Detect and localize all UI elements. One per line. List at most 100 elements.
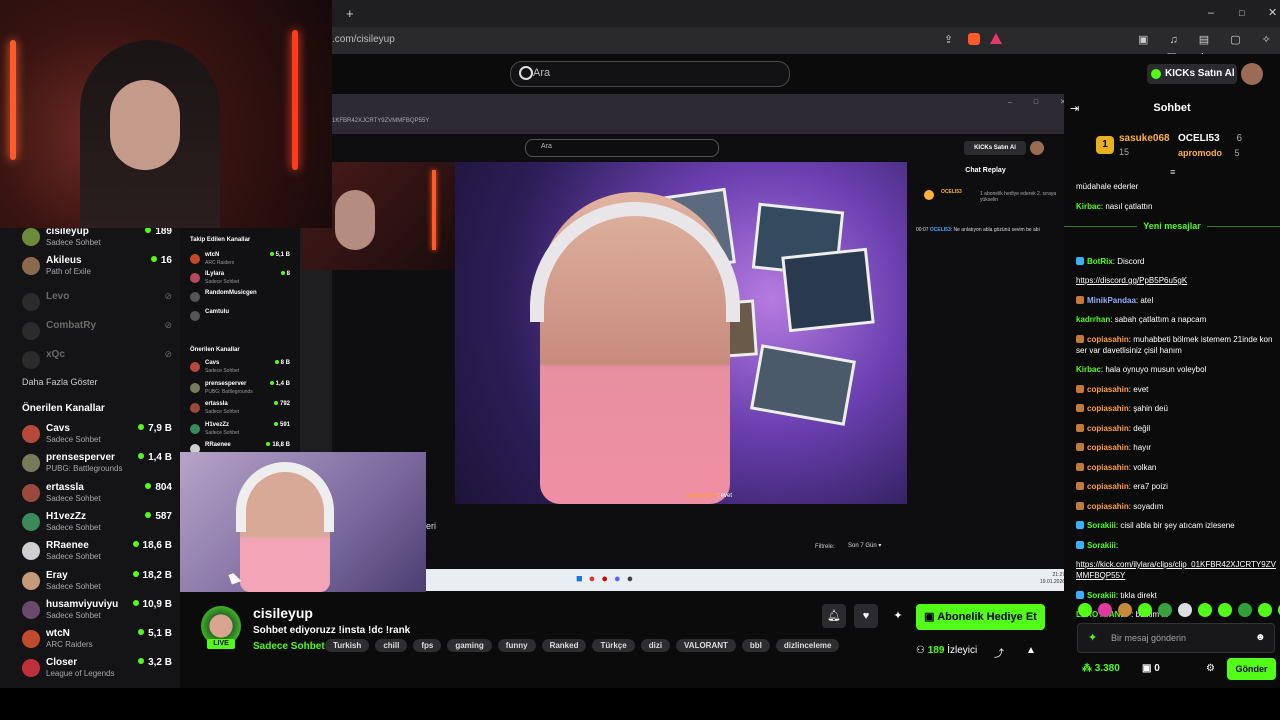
kicks-balance[interactable]: ▣ 0 (1142, 663, 1160, 674)
chat-link[interactable]: https://kick.com/ilylara/clips/clip_01KF… (1076, 560, 1276, 580)
chat-username[interactable]: BotRix (1087, 257, 1113, 266)
gift-subscription-label: Abonelik Hediye Et (937, 611, 1037, 623)
search-icon (519, 66, 533, 80)
maximize-button[interactable]: □ (1239, 4, 1244, 22)
chat-username[interactable]: copiasahin (1087, 335, 1129, 344)
gifter-2-value: 6 (1236, 133, 1243, 144)
emote-icon[interactable] (1218, 603, 1232, 617)
stream-tag[interactable]: Türkçe (592, 639, 635, 652)
stream-tag[interactable]: fps (413, 639, 442, 652)
emote-icon[interactable] (1118, 603, 1132, 617)
sparkle-button[interactable]: ✦ (886, 604, 910, 628)
stream-tag[interactable]: Turkish (325, 639, 370, 652)
recommended-channel[interactable]: RRaenee Sadece Sohbet 18,6 B (22, 540, 172, 568)
chat-username[interactable]: copiasahin (1087, 443, 1129, 452)
chat-username[interactable]: copiasahin (1087, 385, 1129, 394)
channel-name: prensesperver (46, 452, 115, 464)
recommended-channel[interactable]: Closer League of Legends 3,2 B (22, 657, 172, 685)
channel-name[interactable]: cisileyup (253, 605, 313, 621)
chat-username[interactable]: Sorakiii (1087, 521, 1116, 530)
chat-username[interactable]: copiasahin (1087, 424, 1129, 433)
rewards-icon[interactable] (990, 33, 1002, 44)
notification-button[interactable]: 🔔︎ (822, 604, 846, 628)
stream-tag[interactable]: bbl (741, 639, 770, 652)
stream-tag[interactable]: dizi (640, 639, 671, 652)
show-more-link[interactable]: Daha Fazla Göster (22, 377, 98, 387)
captured-channel-name: prensesperver (205, 380, 247, 387)
chat-username[interactable]: MinikPandaa (1087, 296, 1136, 305)
chat-message: Kirbac: hala oynuyo musun voleybol (1076, 365, 1207, 374)
channel-category: PUBG: Battlegrounds (46, 464, 123, 474)
chat-username[interactable]: copiasahin (1087, 463, 1129, 472)
user-avatar[interactable] (1241, 63, 1263, 85)
user-badge-icon (1076, 295, 1084, 304)
sidebar-channel[interactable]: Akileus Path of Exile 16 (22, 255, 172, 283)
stream-tag[interactable]: VALORANT (676, 639, 736, 652)
emote-icon[interactable] (1078, 603, 1092, 617)
stream-tag[interactable]: Ranked (541, 639, 587, 652)
stream-tag[interactable]: dizlinceleme (775, 639, 840, 652)
recommended-channel[interactable]: wtcN ARC Raiders 5,1 B (22, 628, 172, 656)
recommended-channel[interactable]: husamviyuviyu Sadece Sohbet 10,9 B (22, 599, 172, 627)
emote-icon[interactable] (1098, 603, 1112, 617)
minimize-button[interactable]: – (1208, 4, 1214, 22)
sidebar-channel[interactable]: cisileyup Sadece Sohbet 189 (22, 226, 172, 254)
viewer-count: 18,2 B (133, 570, 172, 581)
share-page-icon[interactable]: ⇪ (944, 31, 953, 49)
stream-tag[interactable]: gaming (447, 639, 492, 652)
recommended-channel[interactable]: Cavs Sadece Sohbet 7,9 B (22, 423, 172, 451)
live-badge: LIVE (207, 639, 235, 649)
gift-subscription-button[interactable]: ▣ Abonelik Hediye Et (916, 604, 1045, 630)
sidebar-channel-offline[interactable]: CombatRy ⊘ (22, 320, 172, 348)
gifter-1-name: sasuke068 (1119, 133, 1170, 144)
webcam-face (110, 80, 180, 170)
recommended-channel[interactable]: ertassla Sadece Sohbet 804 (22, 482, 172, 510)
follow-button[interactable]: ♥ (854, 604, 878, 628)
search-input[interactable]: Ara (510, 61, 790, 87)
url-field[interactable]: .com/cisileyup (332, 31, 932, 49)
viewer-count: ⚇ 189 İzleyici (916, 645, 977, 656)
settings-icon[interactable]: ⚙ (1206, 663, 1215, 674)
channel-avatar (22, 454, 40, 473)
chat-username[interactable]: Sorakiii (1087, 591, 1116, 600)
sidebar-channel-offline[interactable]: Levo ⊘ (22, 291, 172, 319)
chat-link[interactable]: https://discord.gg/PpB5P6u5gK (1076, 276, 1187, 285)
new-tab-button[interactable]: + (346, 5, 354, 23)
emote-icon[interactable] (1138, 603, 1152, 617)
buy-kicks-button[interactable]: KICKs Satın Al (1147, 64, 1237, 84)
channel-category: Sadece Sohbet (46, 581, 101, 591)
emote-icon[interactable] (1158, 603, 1172, 617)
share-icon[interactable]: ⤴ (994, 645, 1004, 660)
chat-message: Sorakiii: cisil abla bir şey atıcam izle… (1076, 520, 1276, 531)
stream-tag[interactable]: chill (375, 639, 408, 652)
chat-username[interactable]: kadrrhan (1076, 315, 1110, 324)
viewer-count: 7,9 B (138, 423, 172, 434)
chat-username[interactable]: copiasahin (1087, 482, 1129, 491)
channel-points[interactable]: ⁂ 3.380 (1082, 663, 1120, 674)
report-icon[interactable]: ▲ (1026, 645, 1036, 656)
chat-username[interactable]: copiasahin (1087, 404, 1129, 413)
chat-username[interactable]: Sorakiii (1087, 541, 1116, 550)
emote-icon[interactable] (1178, 603, 1192, 617)
close-window-button[interactable]: ✕ (1268, 4, 1277, 22)
channel-avatar (22, 351, 40, 369)
brave-shield-icon[interactable] (968, 33, 980, 45)
send-button[interactable]: Gönder (1227, 658, 1276, 680)
emote-icon[interactable] (1238, 603, 1252, 617)
recommended-channel[interactable]: prensesperver PUBG: Battlegrounds 1,4 B (22, 452, 172, 480)
emoji-icon[interactable]: ☻ (1255, 632, 1266, 643)
recommended-channel[interactable]: H1vezZz Sadece Sohbet 587 (22, 511, 172, 539)
expand-leaderboard-icon[interactable]: ≡ (1170, 167, 1175, 177)
channel-category: Sadece Sohbet (46, 238, 101, 247)
captured-channel-name: RRaenee (205, 442, 231, 448)
stream-tag[interactable]: funny (497, 639, 536, 652)
emote-icon[interactable] (1198, 603, 1212, 617)
sidebar-channel-offline[interactable]: xQc ⊘ (22, 349, 172, 377)
chat-username[interactable]: Kirbac (1076, 202, 1101, 211)
viewer-count: 3,2 B (138, 657, 172, 668)
chat-username[interactable]: copiasahin (1087, 502, 1129, 511)
recommended-channel[interactable]: Eray Sadece Sohbet 18,2 B (22, 570, 172, 598)
chat-username[interactable]: Kirbac (1076, 365, 1101, 374)
stream-category[interactable]: Sadece Sohbet (253, 641, 325, 652)
emote-icon[interactable] (1258, 603, 1272, 617)
